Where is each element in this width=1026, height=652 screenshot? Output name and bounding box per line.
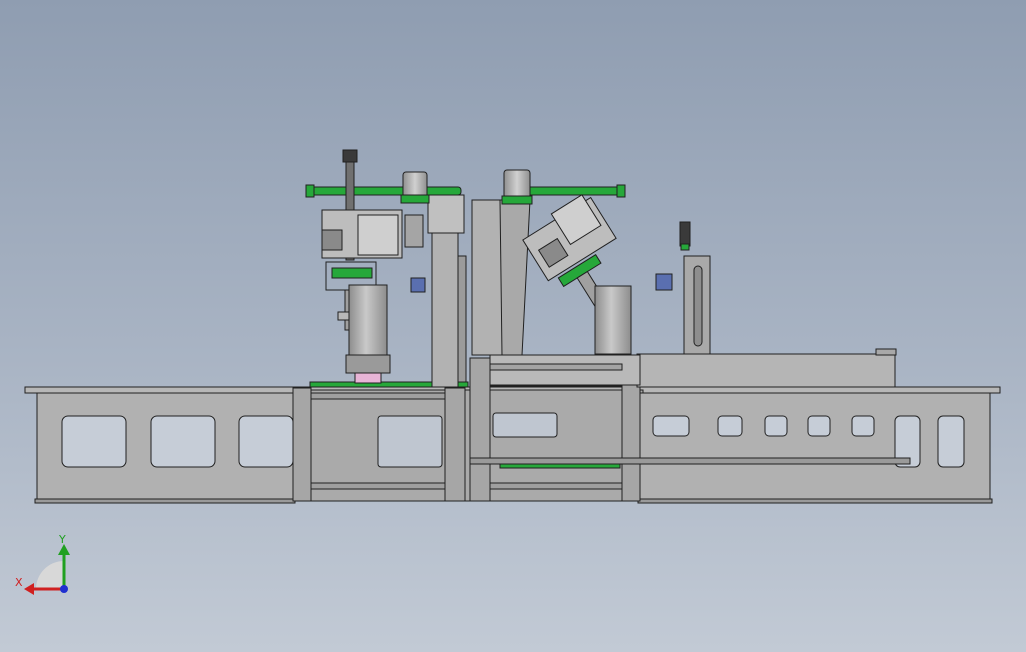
cylinder-base (345, 354, 391, 374)
sensor-tip (680, 243, 690, 251)
head-dark (321, 229, 343, 251)
middle-window (377, 415, 443, 468)
frame-window (61, 415, 127, 468)
motor-flange (501, 195, 533, 205)
rail (310, 392, 446, 400)
x-axis-arrowhead (24, 583, 34, 595)
motor-flange (400, 194, 430, 204)
middle-window (492, 412, 558, 438)
gantry-column-back (457, 255, 467, 383)
x-axis-label: X (15, 576, 23, 589)
frame-window (807, 415, 831, 437)
sensor-head (679, 221, 691, 247)
beam-end (305, 184, 315, 198)
frame-window (937, 415, 965, 468)
housing-body (636, 353, 896, 388)
inner-slot (489, 363, 623, 371)
motor (402, 171, 428, 199)
gantry-column (431, 206, 459, 388)
machine-assembly[interactable] (24, 149, 1001, 504)
cross-beam-green (310, 186, 462, 196)
cylinder-body (348, 284, 388, 361)
green-strip (499, 463, 621, 469)
motor (503, 169, 531, 199)
base-foot-right (637, 498, 993, 504)
gantry-brace (499, 199, 531, 356)
slider-block (655, 273, 673, 291)
frame-window (717, 415, 743, 437)
cylinder-cup (354, 372, 382, 384)
y-axis-label: Y (58, 533, 66, 546)
base-foot-left (34, 498, 296, 504)
gantry-column (471, 199, 503, 356)
housing-cap (875, 348, 897, 356)
rod-top (342, 149, 358, 163)
right-housing (489, 348, 897, 388)
left-gantry (305, 149, 467, 388)
green-clamp (331, 267, 373, 279)
column-post (444, 387, 466, 502)
gantry-upper-block (427, 194, 465, 234)
frame-window (150, 415, 216, 468)
right-gantry (471, 169, 632, 356)
rail (310, 482, 446, 490)
cylinder-body (594, 285, 632, 355)
post-slot (693, 265, 703, 347)
beam-end (616, 184, 626, 198)
column-post (292, 387, 312, 502)
cad-viewport[interactable]: Y X (0, 0, 1026, 652)
z-axis-dot (60, 585, 68, 593)
frame-window (764, 415, 788, 437)
frame-window (238, 415, 294, 468)
head-small (404, 214, 424, 248)
triad-quarter-disc (36, 561, 64, 589)
frame-window (851, 415, 875, 437)
sensor-post (655, 221, 711, 355)
slider-block (410, 277, 426, 293)
coordinate-triad[interactable]: Y X (15, 533, 70, 595)
rail (489, 482, 623, 490)
cross-beam-green (519, 186, 621, 196)
drawer-rail (469, 457, 911, 465)
head-panel (357, 214, 399, 256)
column-post (469, 357, 491, 502)
frame-window (652, 415, 690, 437)
